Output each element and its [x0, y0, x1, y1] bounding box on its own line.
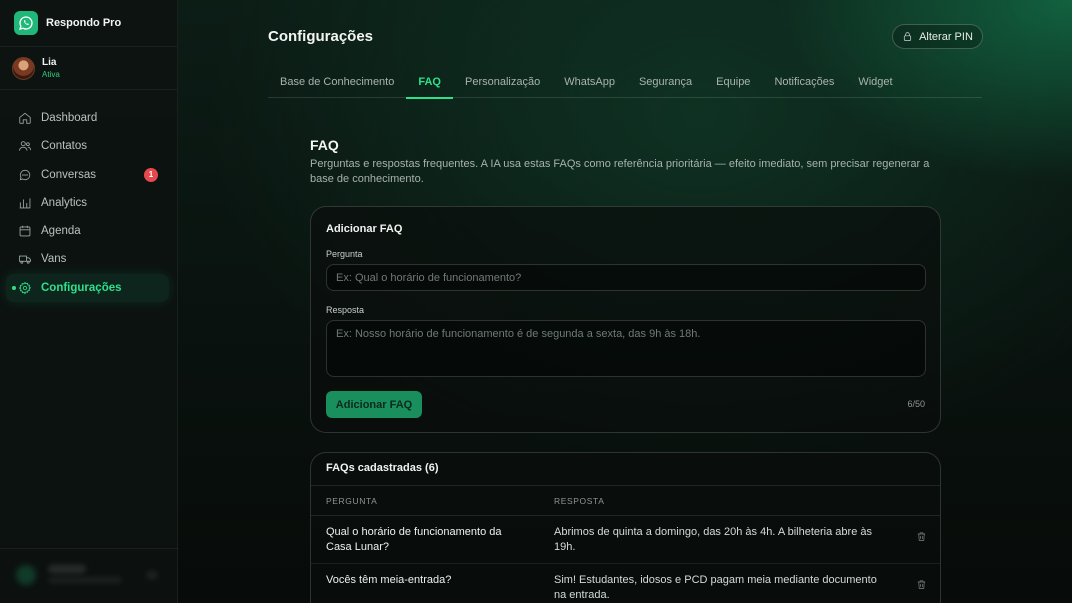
column-header-question: PERGUNTA [326, 496, 378, 506]
trash-icon[interactable] [916, 577, 927, 589]
faq-counter: 6/50 [907, 399, 925, 409]
brand[interactable]: Respondo Pro [0, 0, 177, 47]
chat-icon [19, 169, 31, 180]
home-icon [19, 112, 31, 124]
users-icon [19, 141, 31, 152]
blurred-text [48, 577, 122, 583]
faq-question: Qual o horário de funcionamento da Casa … [326, 526, 502, 553]
sidebar-item-label: Agenda [41, 225, 81, 238]
question-input[interactable] [326, 264, 926, 291]
answer-textarea[interactable] [326, 320, 926, 377]
column-header-answer: RESPOSTA [554, 496, 605, 506]
sidebar-item-contatos[interactable]: Contatos [6, 132, 169, 160]
sidebar-item-label: Dashboard [41, 112, 98, 124]
table-header: PERGUNTA RESPOSTA [311, 485, 940, 516]
tab-seguranca[interactable]: Segurança [627, 66, 704, 98]
answer-label: Resposta [326, 305, 365, 315]
faq-answer: Abrimos de quinta a domingo, das 20h às … [554, 526, 872, 553]
sidebar-item-label: Contatos [41, 140, 88, 153]
sidebar-item-agenda[interactable]: Agenda [6, 217, 169, 245]
gear-icon [18, 281, 32, 295]
user-profile[interactable]: Lia Ativa [0, 47, 177, 90]
change-pin-button[interactable]: Alterar PIN [892, 24, 983, 49]
tab-widget[interactable]: Widget [846, 66, 904, 98]
faq-list-card: FAQs cadastradas (6) PERGUNTA RESPOSTA Q… [310, 452, 941, 603]
sidebar-item-vans[interactable]: Vans [6, 245, 169, 273]
table-row: Qual o horário de funcionamento da Casa … [311, 516, 940, 564]
lock-icon [904, 32, 912, 41]
settings-tabs: Base de Conhecimento FAQ Personalização … [268, 66, 982, 99]
avatar [12, 56, 35, 80]
tab-personalizacao[interactable]: Personalização [453, 66, 552, 98]
whatsapp-logo-icon [14, 11, 38, 35]
sidebar-item-label: Vans [41, 253, 67, 266]
add-faq-title: Adicionar FAQ [326, 223, 403, 235]
faq-list-title: FAQs cadastradas (6) [326, 462, 439, 474]
section-title: FAQ [310, 137, 339, 153]
sidebar-item-conversas[interactable]: Conversas 1 [6, 161, 169, 189]
bar-chart-icon [19, 198, 31, 209]
tab-whatsapp[interactable]: WhatsApp [552, 66, 627, 98]
tab-equipe[interactable]: Equipe [704, 66, 762, 98]
tab-base-de-conhecimento[interactable]: Base de Conhecimento [268, 66, 406, 98]
user-name: Lia [42, 57, 57, 68]
blurred-avatar [16, 565, 36, 585]
app-name: Respondo Pro [46, 17, 122, 29]
van-icon [19, 256, 31, 265]
add-faq-button[interactable]: Adicionar FAQ [326, 391, 422, 418]
blurred-text [48, 565, 86, 573]
sidebar-item-configuracoes[interactable]: Configurações [6, 273, 169, 302]
calendar-icon [19, 225, 31, 237]
question-label: Pergunta [326, 249, 363, 259]
sidebar-nav: Dashboard Contatos Conversas 1 Analytics… [0, 90, 177, 302]
faq-question: Vocês têm meia-entrada? [326, 574, 452, 586]
unread-badge: 1 [144, 167, 158, 182]
sidebar-item-analytics[interactable]: Analytics [6, 189, 169, 217]
tab-faq[interactable]: FAQ [406, 66, 453, 99]
change-pin-label: Alterar PIN [919, 30, 973, 43]
active-indicator [12, 285, 16, 290]
sidebar: Respondo Pro Lia Ativa Dashboard Contato… [0, 0, 178, 603]
blurred-icon [146, 571, 158, 579]
faq-answer: Sim! Estudantes, idosos e PCD pagam meia… [554, 574, 877, 601]
table-row: Vocês têm meia-entrada? Sim! Estudantes,… [311, 564, 940, 603]
sidebar-item-label: Conversas [41, 168, 96, 181]
section-description: Perguntas e respostas frequentes. A IA u… [310, 158, 930, 185]
sidebar-item-label: Analytics [41, 196, 88, 209]
sidebar-item-dashboard[interactable]: Dashboard [6, 104, 169, 132]
add-faq-card: Adicionar FAQ Pergunta Resposta Adiciona… [310, 206, 941, 433]
page-title: Configurações [268, 28, 374, 45]
trash-icon[interactable] [916, 529, 927, 541]
sidebar-item-label: Configurações [41, 281, 122, 294]
tab-notificacoes[interactable]: Notificações [762, 66, 846, 98]
sidebar-footer[interactable] [0, 548, 178, 603]
user-status: Ativa [42, 70, 60, 79]
